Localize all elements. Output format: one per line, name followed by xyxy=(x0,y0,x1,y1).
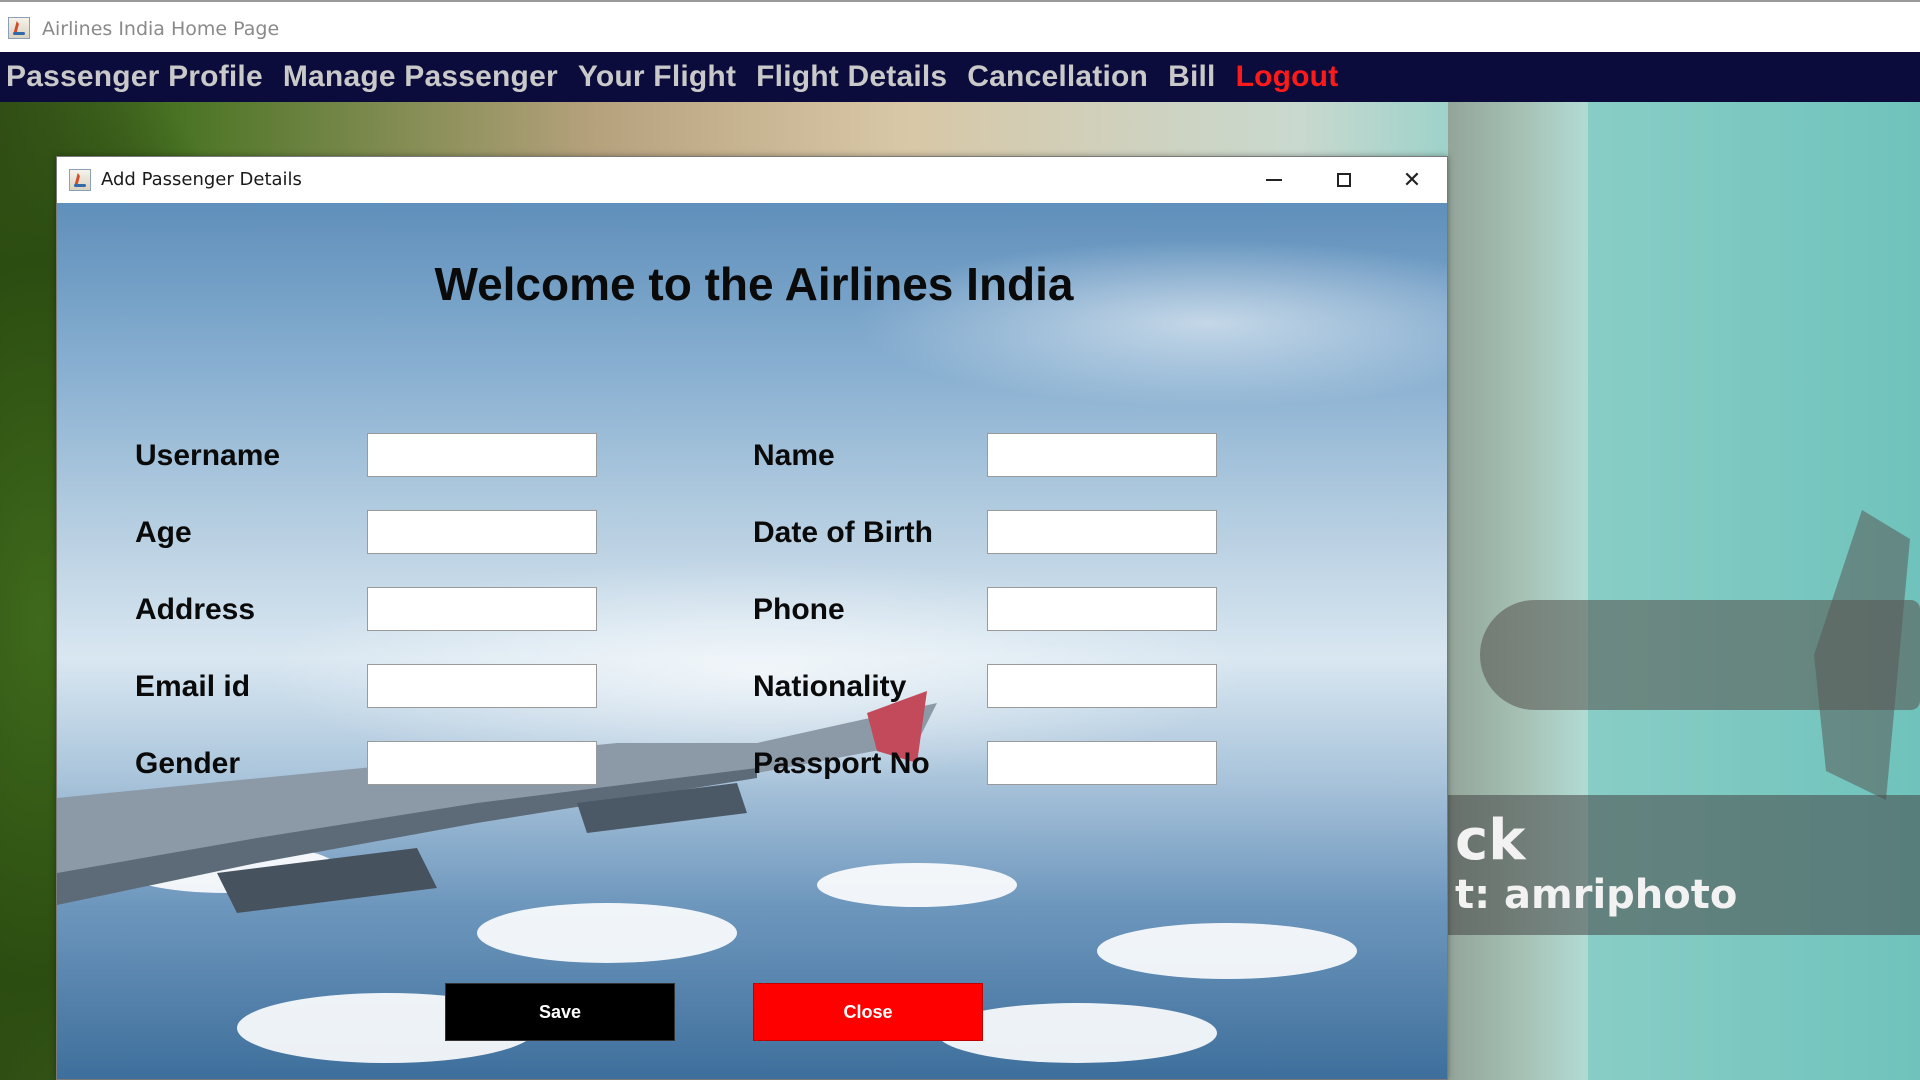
menu-manage-passenger[interactable]: Manage Passenger xyxy=(283,60,558,94)
age-label: Age xyxy=(135,516,192,549)
close-window-button[interactable]: ✕ xyxy=(1377,157,1447,203)
java-app-icon xyxy=(8,17,30,39)
minimize-button[interactable] xyxy=(1239,157,1309,203)
close-icon: ✕ xyxy=(1402,167,1422,193)
address-field[interactable] xyxy=(367,587,597,631)
dialog-content: Welcome to the Airlines India Username A… xyxy=(57,203,1447,1079)
address-label: Address xyxy=(135,593,256,626)
phone-field[interactable] xyxy=(987,587,1217,631)
menu-passenger-profile[interactable]: Passenger Profile xyxy=(6,60,263,94)
add-passenger-dialog: Add Passenger Details ✕ Welcome to the A… xyxy=(56,156,1448,1080)
menu-flight-details[interactable]: Flight Details xyxy=(756,60,947,94)
email-field[interactable] xyxy=(367,664,597,708)
java-app-icon xyxy=(69,169,91,191)
cloud-image xyxy=(1097,923,1357,979)
save-button[interactable]: Save xyxy=(445,983,675,1041)
username-label: Username xyxy=(135,439,281,472)
close-button[interactable]: Close xyxy=(753,983,983,1041)
airplane-wing-image xyxy=(57,691,937,913)
passport-no-label: Passport No xyxy=(753,747,930,780)
menu-bill[interactable]: Bill xyxy=(1168,60,1215,94)
age-field[interactable] xyxy=(367,510,597,554)
maximize-button[interactable] xyxy=(1309,157,1379,203)
dialog-title: Add Passenger Details xyxy=(101,169,302,190)
menu-logout[interactable]: Logout xyxy=(1236,60,1339,94)
date-of-birth-field[interactable] xyxy=(987,510,1217,554)
email-label: Email id xyxy=(135,670,251,703)
menu-cancellation[interactable]: Cancellation xyxy=(967,60,1148,94)
welcome-heading: Welcome to the Airlines India xyxy=(434,258,1074,310)
name-label: Name xyxy=(753,439,835,472)
dialog-titlebar[interactable]: Add Passenger Details ✕ xyxy=(57,157,1447,203)
maximize-icon xyxy=(1337,173,1351,187)
name-field[interactable] xyxy=(987,433,1217,477)
username-field[interactable] xyxy=(367,433,597,477)
main-window-title: Airlines India Home Page xyxy=(42,18,280,40)
main-window-titlebar: Airlines India Home Page xyxy=(0,0,1920,52)
menu-bar: Passenger Profile Manage Passenger Your … xyxy=(0,52,1920,102)
gender-field[interactable] xyxy=(367,741,597,785)
stock-watermark-text: ck xyxy=(1455,808,1526,873)
phone-label: Phone xyxy=(753,593,845,626)
stock-watermark-credit: t: amriphoto xyxy=(1455,872,1738,918)
nationality-label: Nationality xyxy=(753,670,907,703)
date-of-birth-label: Date of Birth xyxy=(753,516,933,549)
gender-label: Gender xyxy=(135,747,241,780)
menu-your-flight[interactable]: Your Flight xyxy=(578,60,736,94)
passport-no-field[interactable] xyxy=(987,741,1217,785)
nationality-field[interactable] xyxy=(987,664,1217,708)
minimize-icon xyxy=(1266,179,1282,181)
